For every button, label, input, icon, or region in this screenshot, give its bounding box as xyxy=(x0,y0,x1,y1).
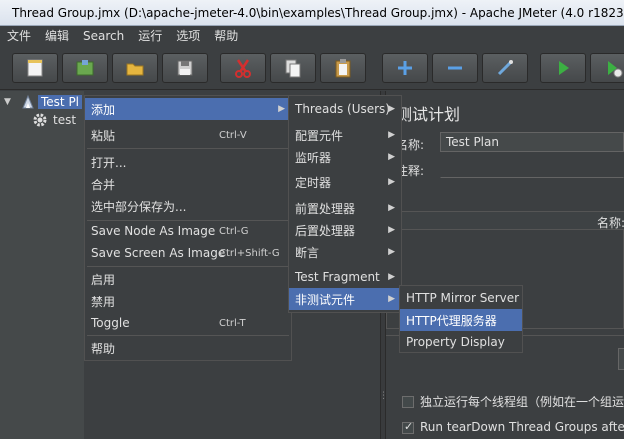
submenu-arrow-icon: ▶ xyxy=(388,294,395,304)
tree-item-test-plan[interactable]: ▼ Test Pl xyxy=(0,93,83,111)
checkbox-label: 独立运行每个线程组（例如在一个组运 xyxy=(420,395,624,409)
tree-item-label: Test Pl xyxy=(38,95,83,109)
templates-icon xyxy=(76,60,94,76)
name-field[interactable]: Test Plan xyxy=(440,132,624,152)
submenu-item-test-fragment[interactable]: Test Fragment ▶ xyxy=(289,266,401,288)
submenu-item-pre-processor[interactable]: 前置处理器 ▶ xyxy=(289,197,401,219)
test-plan-icon xyxy=(22,94,34,109)
menu-edit[interactable]: 编辑 xyxy=(38,26,76,46)
menu-help[interactable]: 帮助 xyxy=(207,26,245,46)
add-submenu: Threads (Users) ▶ 配置元件 ▶ 监听器 ▶ 定时器 ▶ 前置处… xyxy=(288,95,402,313)
submenu-arrow-icon: ▶ xyxy=(388,272,395,282)
panel-heading: 测试计划 xyxy=(396,105,461,124)
toolbar xyxy=(0,46,624,90)
title-bar: Thread Group.jmx (D:\apache-jmeter-4.0\b… xyxy=(0,0,624,26)
menu-search[interactable]: Search xyxy=(76,26,131,46)
tree-context-menu: 添加 ▶ 粘贴 Ctrl-V 打开... 合并 选中部分保存为... Save … xyxy=(84,95,292,361)
toggle-icon xyxy=(497,60,513,76)
start-icon xyxy=(559,61,569,75)
expand-all-button[interactable] xyxy=(382,53,428,83)
menu-options[interactable]: 选项 xyxy=(169,26,207,46)
window-title: Thread Group.jmx (D:\apache-jmeter-4.0\b… xyxy=(12,5,624,20)
comment-field[interactable] xyxy=(440,158,624,178)
submenu-arrow-icon: ▶ xyxy=(388,225,395,235)
column-header-name: 名称: xyxy=(597,216,624,230)
submenu-item-listener[interactable]: 监听器 ▶ xyxy=(289,146,401,168)
save-icon xyxy=(177,60,193,76)
new-icon xyxy=(27,59,43,77)
checkbox-label: Run tearDown Thread Groups after sh xyxy=(420,420,624,434)
submenu-arrow-icon: ▶ xyxy=(388,247,395,257)
submenu-item-http-mirror-server[interactable]: HTTP Mirror Server xyxy=(400,287,522,309)
menu-item-help[interactable]: 帮助 xyxy=(85,337,291,359)
splitter-grip[interactable]: ⋮ xyxy=(379,391,388,401)
gear-icon xyxy=(33,113,47,127)
functional-mode-checkbox[interactable] xyxy=(402,396,414,408)
start-button[interactable] xyxy=(540,53,586,83)
collapse-all-button[interactable] xyxy=(432,53,478,83)
menu-item-merge[interactable]: 合并 xyxy=(85,173,291,195)
toggle-button[interactable] xyxy=(482,53,528,83)
menu-item-paste[interactable]: 粘贴 Ctrl-V xyxy=(85,124,291,146)
tree-item-thread-group[interactable]: test xyxy=(32,111,76,129)
new-button[interactable] xyxy=(12,53,58,83)
submenu-item-property-display[interactable]: Property Display xyxy=(400,331,522,353)
start-no-pauses-button[interactable] xyxy=(590,53,624,83)
non-test-elements-submenu: HTTP Mirror Server HTTP代理服务器 Property Di… xyxy=(399,285,523,353)
cut-button[interactable] xyxy=(220,53,266,83)
submenu-arrow-icon: ▶ xyxy=(388,130,395,140)
menu-bar: 文件 编辑 Search 运行 选项 帮助 xyxy=(0,26,624,46)
menu-item-disable[interactable]: 禁用 xyxy=(85,290,291,312)
menu-separator xyxy=(87,266,289,267)
teardown-checkbox[interactable] xyxy=(402,420,414,434)
paste-icon xyxy=(335,59,351,78)
submenu-item-threads[interactable]: Threads (Users) ▶ xyxy=(289,98,401,120)
menu-separator xyxy=(87,148,289,149)
menu-item-save-node-as-image[interactable]: Save Node As Image Ctrl-G xyxy=(85,220,291,242)
open-button[interactable] xyxy=(112,53,158,83)
menu-item-save-selection-as[interactable]: 选中部分保存为... xyxy=(85,195,291,217)
submenu-item-non-test-elements[interactable]: 非测试元件 ▶ xyxy=(289,288,401,310)
start-no-pause-icon xyxy=(608,61,623,78)
collapse-icon xyxy=(448,66,462,70)
cut-icon xyxy=(235,59,251,78)
copy-icon xyxy=(285,59,301,78)
submenu-item-http-proxy-server[interactable]: HTTP代理服务器 xyxy=(400,309,522,331)
menu-run[interactable]: 运行 xyxy=(131,26,169,46)
menu-item-open[interactable]: 打开... xyxy=(85,151,291,173)
templates-button[interactable] xyxy=(62,53,108,83)
submenu-arrow-icon: ▶ xyxy=(388,104,395,114)
tree-item-label: test xyxy=(53,113,77,127)
open-icon xyxy=(126,63,144,76)
tree-expand-icon[interactable]: ▼ xyxy=(4,97,14,107)
menu-item-enable[interactable]: 启用 xyxy=(85,268,291,290)
menu-file[interactable]: 文件 xyxy=(0,26,38,46)
submenu-item-assertion[interactable]: 断言 ▶ xyxy=(289,241,401,263)
submenu-item-config-element[interactable]: 配置元件 ▶ xyxy=(289,124,401,146)
menu-separator xyxy=(87,335,289,336)
submenu-arrow-icon: ▶ xyxy=(388,152,395,162)
menu-item-toggle[interactable]: Toggle Ctrl-T xyxy=(85,312,291,334)
save-button[interactable] xyxy=(162,53,208,83)
expand-icon xyxy=(398,61,412,75)
submenu-item-post-processor[interactable]: 后置处理器 ▶ xyxy=(289,219,401,241)
paste-button[interactable] xyxy=(320,53,366,83)
test-plan-tree: ▼ Test Pl test xyxy=(0,91,84,439)
jmeter-window: Thread Group.jmx (D:\apache-jmeter-4.0\b… xyxy=(0,0,624,439)
menu-item-save-screen-as-image[interactable]: Save Screen As Image Ctrl+Shift-G xyxy=(85,242,291,264)
submenu-item-timer[interactable]: 定时器 ▶ xyxy=(289,171,401,193)
copy-button[interactable] xyxy=(270,53,316,83)
menu-item-add[interactable]: 添加 ▶ xyxy=(85,98,291,120)
test-plan-editor: 测试计划 名称: Test Plan 注释: 名称: 独立运行每个线程组（例如在… xyxy=(379,91,624,439)
submenu-arrow-icon: ▶ xyxy=(278,104,285,114)
submenu-arrow-icon: ▶ xyxy=(388,177,395,187)
submenu-arrow-icon: ▶ xyxy=(388,203,395,213)
